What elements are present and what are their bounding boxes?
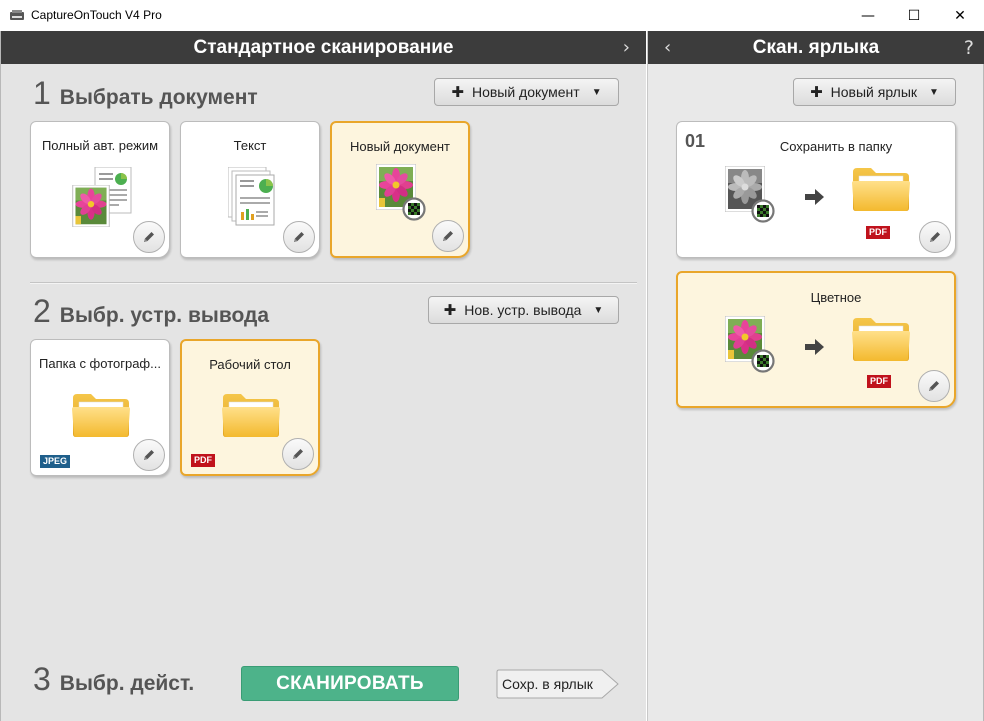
collapse-right-arrow-icon[interactable]: › <box>623 37 630 58</box>
new-shortcut-button[interactable]: ✚ Новый ярлык ▼ <box>793 78 956 106</box>
folder-icon <box>71 392 131 438</box>
section-1-title: 1 Выбрать документ <box>33 75 258 112</box>
folder-icon <box>221 392 281 438</box>
edit-button[interactable] <box>283 221 315 253</box>
shortcut-label: Сохранить в папку <box>779 139 893 154</box>
card-label: Текст <box>233 138 267 153</box>
close-button[interactable]: ✕ <box>937 0 983 31</box>
section-1-number: 1 <box>33 75 51 111</box>
section-1-label: Выбрать документ <box>59 86 258 109</box>
minimize-button[interactable]: — <box>845 0 891 31</box>
section-2-title: 2 Выбр. устр. вывода <box>33 293 269 330</box>
standard-scan-pane: Стандартное сканирование › 1 Выбрать док… <box>0 31 646 721</box>
maximize-icon: ☐ <box>907 7 921 24</box>
dropdown-caret-icon: ▼ <box>593 304 604 316</box>
new-shortcut-label: Новый ярлык <box>830 84 918 100</box>
new-document-button[interactable]: ✚ Новый документ ▼ <box>434 78 619 106</box>
color-document-icon <box>725 316 775 373</box>
plus-icon: ✚ <box>443 302 457 319</box>
pdf-badge: PDF <box>191 454 215 467</box>
card-label: Новый документ <box>349 139 451 154</box>
section-3-label: Выбр. дейст. <box>59 672 195 695</box>
section-divider <box>30 282 637 284</box>
expand-left-arrow-icon[interactable]: ‹ <box>664 37 671 58</box>
edit-button[interactable] <box>432 220 464 252</box>
minimize-icon: — <box>861 7 875 24</box>
window-title: CaptureOnTouch V4 Pro <box>31 8 162 22</box>
pencil-icon <box>927 229 943 245</box>
dropdown-caret-icon: ▼ <box>591 86 602 98</box>
edit-button[interactable] <box>918 370 950 402</box>
save-to-shortcut-button[interactable]: Сохр. в ярлык <box>496 669 619 699</box>
card-label: Полный авт. режим <box>41 138 159 153</box>
new-output-device-button[interactable]: ✚ Нов. устр. вывода ▼ <box>428 296 619 324</box>
section-2-label: Выбр. устр. вывода <box>59 304 270 327</box>
output-card-photo-folder[interactable]: Папка с фотограф... JPEG <box>30 339 170 476</box>
photo-document-icon <box>376 164 426 221</box>
pencil-icon <box>141 447 157 463</box>
title-bar: CaptureOnTouch V4 Pro — ☐ ✕ <box>0 0 984 31</box>
dropdown-caret-icon: ▼ <box>929 86 939 98</box>
section-2-number: 2 <box>33 293 51 329</box>
save-to-shortcut-label: Сохр. в ярлык <box>502 676 593 692</box>
edit-button[interactable] <box>919 221 951 253</box>
shortcut-card-color[interactable]: Цветное PDF <box>676 271 956 408</box>
shortcut-label: Цветное <box>810 290 862 305</box>
pencil-icon <box>291 229 307 245</box>
standard-scan-title: Стандартное сканирование <box>193 36 454 58</box>
pencil-icon <box>440 228 456 244</box>
app-icon <box>10 10 24 20</box>
plus-icon: ✚ <box>451 84 464 101</box>
folder-icon <box>851 316 911 362</box>
edit-button[interactable] <box>133 439 165 471</box>
maximize-button[interactable]: ☐ <box>891 0 937 31</box>
pdf-badge: PDF <box>866 226 890 239</box>
standard-scan-header: Стандартное сканирование › <box>1 31 646 64</box>
document-card-text[interactable]: Текст <box>180 121 320 258</box>
shortcut-card-save-to-folder[interactable]: 01 Сохранить в папку PDF <box>676 121 956 258</box>
pdf-badge: PDF <box>867 375 891 388</box>
output-card-desktop[interactable]: Рабочий стол PDF <box>180 339 320 476</box>
card-label: Папка с фотограф... <box>39 356 161 371</box>
grayscale-document-icon <box>725 166 775 223</box>
card-label: Рабочий стол <box>209 357 291 372</box>
shortcut-scan-header: ‹ Скан. ярлыка ? <box>648 31 984 64</box>
section-3-title: 3 Выбр. дейст. <box>33 661 194 698</box>
pencil-icon <box>926 378 942 394</box>
text-document-icon <box>228 167 275 226</box>
arrow-right-icon <box>805 189 824 205</box>
folder-icon <box>851 166 911 212</box>
document-card-new[interactable]: Новый документ <box>330 121 470 258</box>
edit-button[interactable] <box>133 221 165 253</box>
jpeg-badge: JPEG <box>40 455 71 468</box>
document-card-auto[interactable]: Полный авт. режим <box>30 121 170 258</box>
plus-icon: ✚ <box>810 84 823 101</box>
new-document-label: Новый документ <box>471 84 580 100</box>
arrow-right-icon <box>805 339 824 355</box>
scan-button[interactable]: СКАНИРОВАТЬ <box>241 666 459 701</box>
pencil-icon <box>141 229 157 245</box>
new-output-device-label: Нов. устр. вывода <box>464 302 582 318</box>
shortcut-number: 01 <box>685 131 706 151</box>
help-icon[interactable]: ? <box>964 37 974 59</box>
section-3-number: 3 <box>33 661 51 697</box>
pencil-icon <box>290 446 306 462</box>
auto-mode-icon <box>72 167 132 227</box>
shortcut-scan-pane: ‹ Скан. ярлыка ? ✚ Новый ярлык ▼ 01 Сохр… <box>647 31 984 721</box>
shortcut-scan-title: Скан. ярлыка <box>752 36 880 58</box>
close-icon: ✕ <box>954 7 966 24</box>
edit-button[interactable] <box>282 438 314 470</box>
